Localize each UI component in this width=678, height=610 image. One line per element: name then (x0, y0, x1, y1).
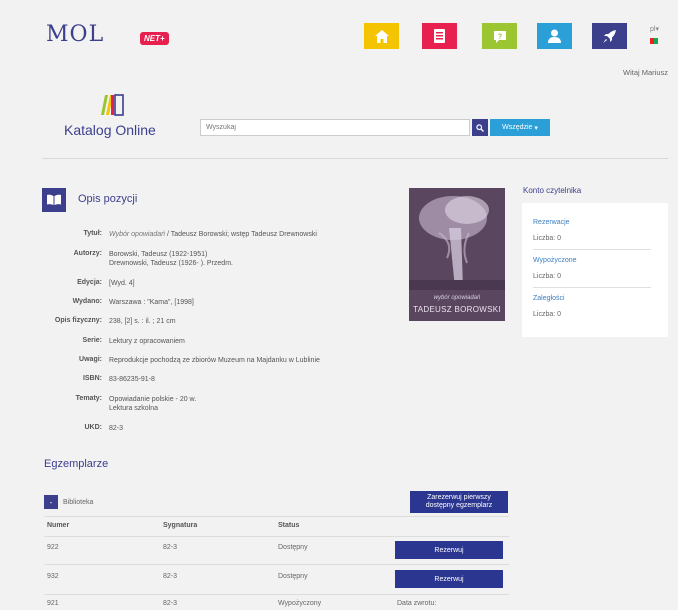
title-italic: Wybór opowiadań (109, 231, 166, 238)
field-label-notes: Uwagi: (79, 356, 102, 363)
reserve-first-line-2: dostępny egzemplarz (425, 502, 493, 509)
help-button[interactable]: ? (482, 23, 517, 49)
field-value-authors: Borowski, Tadeusz (1922-1951) Drewnowski,… (109, 250, 233, 268)
field-label-published: Wydano: (72, 298, 102, 305)
logo-badge: NET+ (140, 32, 169, 45)
language-selector[interactable]: pl▾ (650, 25, 659, 33)
field-label-edition: Edycja: (77, 279, 102, 286)
catalog-title: Katalog Online (64, 122, 156, 138)
cell-signature: 82-3 (163, 544, 178, 551)
book-icon (42, 188, 66, 212)
account-panel: Rezerwacje Liczba: 0 Wypożyczone Liczba:… (522, 203, 668, 337)
field-value-published: Warszawa : "Kama", [1998] (109, 299, 194, 306)
user-icon (548, 29, 561, 43)
svg-text:?: ? (497, 33, 501, 40)
search-scope-dropdown[interactable]: Wszędzie ▾ (490, 119, 550, 136)
field-label-title: Tytuł: (83, 230, 102, 237)
table-divider (44, 564, 509, 565)
field-label-authors: Autorzy: (73, 250, 102, 257)
field-value-notes: Reprodukcje pochodzą ze zbiorów Muzeum n… (109, 357, 320, 364)
list-button[interactable] (422, 23, 457, 49)
count-reservations: Liczba: 0 (533, 235, 562, 242)
cell-status: Wypożyczony (278, 600, 322, 607)
mol-logo[interactable]: MOL NET+ (46, 22, 169, 47)
section-title-copies: Egzemplarze (44, 458, 109, 470)
separator (533, 287, 651, 288)
field-label-isbn: ISBN: (82, 375, 102, 382)
section-title-record: Opis pozycji (78, 193, 138, 205)
link-loans[interactable]: Wypożyczone (533, 257, 577, 264)
field-value-subjects: Opowiadanie polskie - 20 w. Lektura szkol… (109, 395, 196, 413)
cell-status: Dostępny (278, 544, 308, 551)
field-value-isbn: 83-86235-91-8 (109, 376, 155, 383)
book-cover: wybór opowiadań TADEUSZ BOROWSKI (409, 188, 505, 321)
welcome-text: Witaj Mariusz (622, 68, 668, 77)
column-header-signature: Sygnatura (163, 522, 198, 529)
author-1: Borowski, Tadeusz (1922-1951) (109, 251, 208, 258)
library-label: Biblioteka (63, 499, 94, 506)
count-loans: Liczba: 0 (533, 273, 562, 280)
logo-text: MOL (46, 22, 105, 47)
subject-1: Opowiadanie polskie - 20 w. (109, 396, 197, 403)
collapse-button[interactable]: - (44, 495, 58, 509)
link-reservations[interactable]: Rezerwacje (533, 219, 570, 226)
table-divider (44, 536, 509, 537)
list-icon (434, 29, 445, 43)
help-icon: ? (493, 30, 506, 43)
cell-number: 922 (47, 544, 59, 551)
field-label-series: Serie: (82, 337, 102, 344)
reserve-first-line-1: Zarezerwuj pierwszy (427, 494, 491, 501)
title-rest: / Tadeusz Borowski; wstęp Tadeusz Drewno… (165, 231, 317, 238)
link-overdue[interactable]: Zaległości (533, 295, 565, 302)
table-divider (44, 516, 509, 517)
language-code: pl (650, 26, 656, 33)
rocket-button[interactable] (592, 23, 627, 49)
reserve-first-available-button[interactable]: Zarezerwuj pierwszy dostępny egzemplarz (410, 491, 508, 513)
cover-subtitle: wybór opowiadań (433, 295, 481, 301)
cell-signature: 82-3 (163, 600, 178, 607)
home-button[interactable] (364, 23, 399, 49)
cell-return-date: Data zwrotu: (397, 600, 437, 607)
home-icon (374, 29, 389, 43)
reserve-button[interactable]: Rezerwuj (395, 541, 503, 559)
search-button[interactable] (472, 119, 488, 136)
cell-status: Dostępny (278, 573, 308, 580)
search-icon (476, 123, 484, 132)
cell-number: 932 (47, 573, 59, 580)
account-title: Konto czytelnika (523, 186, 582, 195)
cell-signature: 82-3 (163, 573, 178, 580)
field-label-ukd: UKD: (84, 424, 103, 431)
field-value-physical: 238, [2] s. : il. ; 21 cm (109, 318, 176, 325)
column-header-status: Status (278, 522, 300, 529)
cell-number: 921 (47, 600, 59, 607)
table-divider (44, 594, 509, 595)
separator (533, 249, 651, 250)
search-input[interactable] (200, 119, 470, 136)
reserve-button[interactable]: Rezerwuj (395, 570, 503, 588)
divider (42, 158, 668, 159)
flag-icon[interactable] (650, 38, 658, 44)
cover-author: TADEUSZ BOROWSKI (413, 305, 501, 314)
field-value-ukd: 82-3 (109, 425, 124, 432)
subject-2: Lektura szkolna (109, 405, 159, 412)
field-value-series: Lektury z opracowaniem (109, 338, 185, 345)
catalog-logo-icon (101, 94, 124, 116)
top-bar: MOL NET+ ? pl▾ (0, 0, 678, 62)
field-label-subjects: Tematy: (75, 395, 102, 402)
cover-art (409, 188, 505, 321)
field-value-edition: [Wyd. 4] (109, 280, 135, 287)
field-value-title: Wybór opowiadań / Tadeusz Borowski; wstę… (109, 230, 317, 239)
field-label-physical: Opis fizyczny: (54, 317, 102, 324)
column-header-number: Numer (47, 522, 70, 529)
rocket-icon (603, 29, 616, 43)
count-overdue: Liczba: 0 (533, 311, 562, 318)
scope-label: Wszędzie (502, 124, 533, 131)
user-button[interactable] (537, 23, 572, 49)
author-2: Drewnowski, Tadeusz (1926- ). Przedm. (109, 260, 233, 267)
